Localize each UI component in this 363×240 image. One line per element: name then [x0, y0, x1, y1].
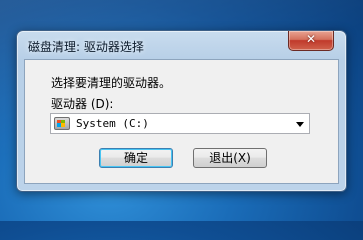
dialog-title: 磁盘清理: 驱动器选择	[28, 40, 144, 54]
dialog-client-area: 选择要清理的驱动器。 驱动器 (D): System (C:) 确定 退出(X)	[24, 59, 339, 184]
close-button[interactable]: ✕	[288, 31, 334, 51]
selected-drive-text: System (C:)	[76, 117, 149, 130]
disk-cleanup-dialog: 磁盘清理: 驱动器选择 ✕ 选择要清理的驱动器。 驱动器 (D): System…	[16, 30, 347, 192]
close-icon: ✕	[305, 32, 317, 46]
exit-button[interactable]: 退出(X)	[193, 148, 267, 168]
drive-dropdown[interactable]: System (C:)	[50, 113, 310, 134]
windows-drive-icon	[54, 117, 70, 130]
drive-label: 驱动器 (D):	[51, 97, 114, 111]
dropdown-arrow-icon[interactable]	[296, 122, 304, 127]
ok-button[interactable]: 确定	[99, 148, 173, 168]
instruction-text: 选择要清理的驱动器。	[51, 76, 172, 90]
